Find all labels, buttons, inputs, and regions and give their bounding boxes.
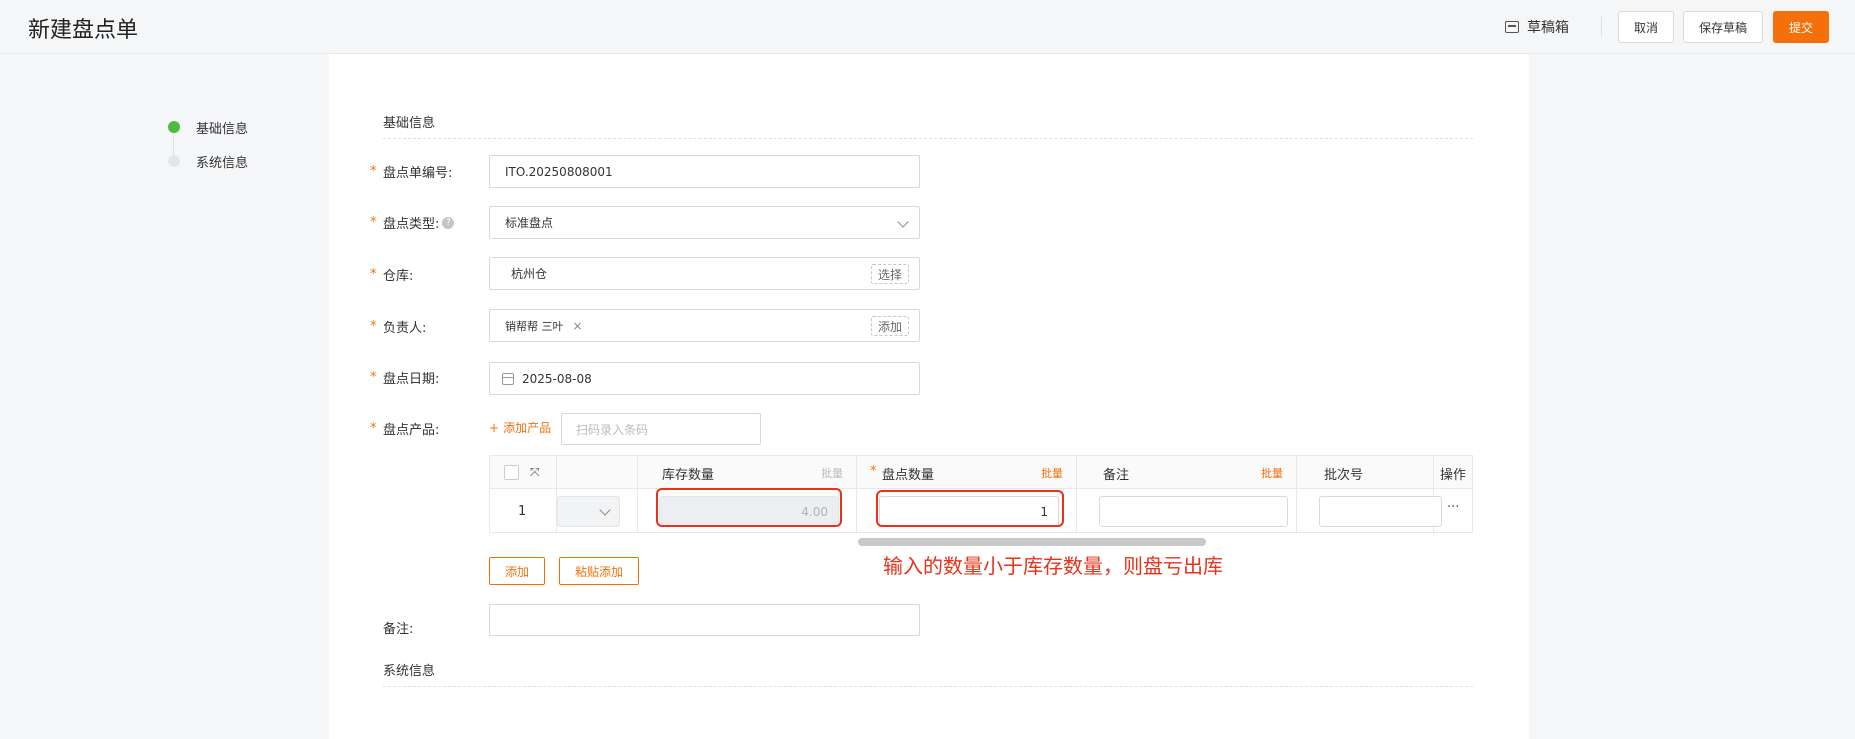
required-mark: * <box>370 215 377 230</box>
required-mark: * <box>870 464 877 479</box>
type-label-text: 盘点类型: <box>383 217 440 232</box>
owner-field[interactable]: 销帮帮 三叶 × 添加 <box>489 309 920 342</box>
stock-batch-link: 批量 <box>821 467 843 480</box>
step-nav: 基础信息 系统信息 <box>168 110 248 178</box>
owner-label: * 负责人: <box>370 317 427 336</box>
batch-no-input[interactable] <box>1319 496 1442 527</box>
date-field[interactable]: 2025-08-08 <box>489 362 920 395</box>
owner-tag-label: 销帮帮 三叶 <box>505 319 564 333</box>
section-basic-title: 基础信息 <box>383 112 1473 139</box>
archive-box-icon <box>1505 21 1519 33</box>
drafts-label: 草稿箱 <box>1527 20 1569 36</box>
step-system-info[interactable]: 系统信息 <box>168 144 248 178</box>
owner-label-text: 负责人: <box>383 321 427 336</box>
step-label: 系统信息 <box>196 155 249 171</box>
remark-input[interactable] <box>1099 496 1288 527</box>
expand-icon[interactable]: ⤧ <box>530 465 540 480</box>
column-divider <box>1296 456 1297 532</box>
column-divider <box>856 456 857 532</box>
type-label: * 盘点类型: ? <box>370 213 455 232</box>
column-divider <box>1076 456 1077 532</box>
col-remark: 备注 <box>1103 468 1130 483</box>
required-mark: * <box>370 421 377 436</box>
date-label-text: 盘点日期: <box>383 372 440 387</box>
type-value: 标准盘点 <box>505 216 554 230</box>
calendar-icon <box>502 372 514 385</box>
number-value: ITO.20250808001 <box>505 164 613 179</box>
barcode-scan-input[interactable]: 扫码录入条码 <box>561 413 761 445</box>
date-value: 2025-08-08 <box>522 371 592 386</box>
select-warehouse-button[interactable]: 选择 <box>870 264 909 284</box>
step-inactive-dot <box>168 155 180 167</box>
close-icon[interactable]: × <box>573 319 583 333</box>
date-label: * 盘点日期: <box>370 368 440 387</box>
required-mark: * <box>370 319 377 334</box>
add-row-button[interactable]: 添加 <box>489 557 545 585</box>
products-table: ⤧ 库存数量 批量 * 盘点数量 批量 备注 批量 批次号 操作 1 4.00 … <box>489 455 1473 533</box>
stock-qty-highlight <box>656 488 842 527</box>
col-count-qty: 盘点数量 <box>882 468 935 483</box>
annotation-note: 输入的数量小于库存数量，则盘亏出库 <box>883 554 1223 578</box>
step-active-dot <box>168 121 180 133</box>
remark-label: 备注: <box>383 618 413 637</box>
column-divider <box>637 456 638 532</box>
select-all-checkbox[interactable] <box>504 465 519 480</box>
warehouse-field[interactable]: 杭州仓 选择 <box>489 257 920 290</box>
paste-add-button[interactable]: 粘贴添加 <box>559 557 639 585</box>
barcode-placeholder: 扫码录入条码 <box>576 422 649 437</box>
step-basic-info[interactable]: 基础信息 <box>168 110 248 144</box>
products-label: * 盘点产品: <box>370 419 440 438</box>
required-mark: * <box>370 164 377 179</box>
products-label-text: 盘点产品: <box>383 423 440 438</box>
save-draft-button[interactable]: 保存草稿 <box>1683 11 1763 43</box>
remark-field[interactable] <box>489 604 920 636</box>
count-qty-highlight <box>876 490 1064 527</box>
page-title: 新建盘点单 <box>28 18 139 43</box>
warehouse-value: 杭州仓 <box>511 267 548 281</box>
col-stock-qty: 库存数量 <box>662 468 715 483</box>
remark-batch-link[interactable]: 批量 <box>1261 465 1283 481</box>
owner-tag: 销帮帮 三叶 × <box>505 318 583 334</box>
more-actions-icon[interactable]: ··· <box>1447 500 1459 515</box>
type-select[interactable]: 标准盘点 <box>489 206 920 239</box>
chevron-down-icon <box>897 216 909 228</box>
number-field[interactable]: ITO.20250808001 <box>489 155 920 188</box>
product-select[interactable] <box>557 496 620 527</box>
number-label: * 盘点单编号: <box>370 162 453 181</box>
add-owner-button[interactable]: 添加 <box>870 316 909 336</box>
submit-button[interactable]: 提交 <box>1773 11 1829 43</box>
required-mark: * <box>370 370 377 385</box>
drafts-button[interactable]: 草稿箱 <box>1505 17 1569 37</box>
add-product-link[interactable]: + 添加产品 <box>489 419 551 436</box>
remark-label-text: 备注: <box>383 622 414 637</box>
count-batch-link[interactable]: 批量 <box>1041 465 1063 481</box>
step-label: 基础信息 <box>196 121 249 137</box>
col-batch-no: 批次号 <box>1324 468 1364 483</box>
warehouse-label-text: 仓库: <box>383 269 414 284</box>
col-action: 操作 <box>1440 468 1467 483</box>
table-scrollbar[interactable] <box>858 538 1206 546</box>
form-card: 基础信息 * 盘点单编号: ITO.20250808001 * 盘点类型: ? … <box>329 54 1529 739</box>
row-index: 1 <box>518 504 527 519</box>
warehouse-label: * 仓库: <box>370 265 414 284</box>
plus-icon: + <box>489 420 500 435</box>
section-system-title: 系统信息 <box>383 660 1473 687</box>
add-product-label: 添加产品 <box>503 421 552 435</box>
top-bar: 新建盘点单 草稿箱 取消 保存草稿 提交 <box>0 0 1855 54</box>
required-mark: * <box>370 267 377 282</box>
number-label-text: 盘点单编号: <box>383 166 453 181</box>
chevron-down-icon <box>599 503 611 516</box>
step-connector <box>173 133 174 156</box>
cancel-button[interactable]: 取消 <box>1618 11 1674 43</box>
help-icon[interactable]: ? <box>442 216 455 229</box>
header-divider <box>1601 17 1602 37</box>
